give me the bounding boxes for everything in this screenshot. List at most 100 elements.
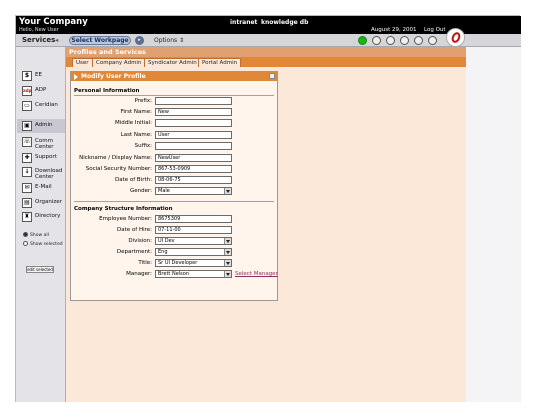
chevron-down-icon	[224, 188, 231, 194]
select-workpage-button[interactable]: Select Workpage	[69, 36, 131, 45]
form-row-nickname: Nickname / Display Name: NewUser	[71, 154, 277, 162]
field-label: Prefix:	[134, 98, 152, 104]
field-label: Middle Initial:	[115, 120, 152, 126]
radio-dot	[23, 232, 28, 237]
chevron-down-icon	[224, 271, 231, 277]
workpage-go-icon[interactable]: ▸	[135, 36, 144, 45]
nav-knowledge-db-link[interactable]: knowledge db	[261, 19, 308, 26]
field-label: Gender:	[129, 188, 152, 194]
sidebar-item-support[interactable]: ✚ Support	[20, 151, 64, 165]
sidebar-item-label: Directory	[35, 213, 61, 219]
status-online-icon[interactable]	[358, 36, 367, 45]
collapse-arrow-icon[interactable]: ◂	[55, 36, 58, 44]
field-label: Title:	[138, 260, 152, 266]
screenshot-frame: Your Company Hello, New User intranet kn…	[0, 0, 537, 419]
form-row-prefix: Prefix:	[71, 97, 277, 105]
check-icon[interactable]	[386, 36, 395, 45]
department-select[interactable]: Eng	[155, 248, 232, 256]
logo-mark-icon	[450, 30, 462, 45]
dollar-icon: $	[22, 71, 32, 81]
sidebar-item-ee[interactable]: $ EE	[20, 69, 64, 83]
gender-select[interactable]: Male	[155, 187, 232, 195]
panel-title: Modify User Profile	[81, 73, 146, 80]
download-icon: ↓	[22, 167, 32, 177]
directory-icon: ♜	[22, 212, 32, 222]
services-label: Services	[22, 36, 56, 44]
organizer-icon: ▤	[22, 198, 32, 208]
field-label: First Name:	[120, 109, 152, 115]
select-value: Male	[158, 188, 170, 194]
employee-number-field[interactable]: 8675309	[155, 215, 232, 223]
page-title: Profiles and Services	[69, 48, 146, 56]
tab-syndicator-admin[interactable]: Syndicator Admin	[144, 58, 201, 67]
form-row-suffix: Suffix:	[71, 142, 277, 150]
manager-select[interactable]: Brett Nelson	[155, 270, 232, 278]
select-value: Eng	[158, 249, 168, 255]
right-margin	[466, 47, 521, 402]
form-row-manager: Manager: Brett Nelson Select Manager	[71, 270, 278, 278]
prefix-field[interactable]	[155, 97, 232, 105]
greeting: Hello, New User	[19, 27, 59, 33]
form-row-ssn: Social Security Number: 867-53-0909	[71, 165, 277, 173]
tab-portal-admin[interactable]: Portal Admin	[198, 58, 242, 67]
last-name-field[interactable]: User	[155, 131, 232, 139]
form-row-dob: Date of Birth: 08-06-75	[71, 176, 277, 184]
select-manager-link[interactable]: Select Manager	[235, 271, 278, 277]
date-of-hire-field[interactable]: 07-11-00	[155, 226, 232, 234]
field-label: Department:	[116, 249, 152, 255]
admin-icon: ▣	[22, 121, 32, 131]
section-divider	[74, 95, 274, 96]
form-row-department: Department: Eng	[71, 248, 277, 256]
tab-user[interactable]: User	[72, 58, 93, 67]
field-label: Last Name:	[120, 132, 152, 138]
logout-link[interactable]: Log Out	[424, 27, 446, 33]
form-row-employee-number: Employee Number: 8675309	[71, 215, 277, 223]
show-selected-radio[interactable]: Show selected	[23, 241, 63, 247]
show-all-label: Show all	[30, 233, 49, 238]
help-icon[interactable]	[428, 36, 437, 45]
middle-initial-field[interactable]	[155, 119, 232, 127]
first-name-field[interactable]: New	[155, 108, 232, 116]
field-label: Employee Number:	[99, 216, 152, 222]
division-select[interactable]: UI Dev	[155, 237, 232, 245]
nickname-field[interactable]: NewUser	[155, 154, 232, 162]
top-bar: Your Company Hello, New User intranet kn…	[16, 16, 521, 34]
form-row-division: Division: UI Dev	[71, 237, 277, 245]
sidebar-item-organizer[interactable]: ▤ Organizer	[20, 196, 64, 210]
ceridian-icon: ▭	[22, 101, 32, 111]
info-icon[interactable]	[372, 36, 381, 45]
sidebar-item-directory[interactable]: ♜ Directory	[20, 210, 64, 224]
ssn-field[interactable]: 867-53-0909	[155, 165, 232, 173]
field-label: Date of Hire:	[117, 227, 152, 233]
options-menu[interactable]: Options ⇕	[154, 37, 184, 44]
form-row-date-of-hire: Date of Hire: 07-11-00	[71, 226, 277, 234]
panel-header: Modify User Profile	[71, 72, 277, 81]
sidebar-item-admin[interactable]: ▣ Admin	[17, 119, 65, 133]
sidebar-item-adp[interactable]: adp ADP	[20, 84, 64, 98]
edit-selected-button[interactable]: edit selected	[26, 266, 54, 273]
sidebar-item-download-center[interactable]: ↓ Download Center	[20, 165, 64, 180]
chevron-down-icon	[224, 238, 231, 244]
title-select[interactable]: Sr UI Developer	[155, 259, 232, 267]
form-row-middle-initial: Middle Initial:	[71, 119, 277, 127]
select-value: Sr UI Developer	[158, 260, 198, 266]
sidebar-item-comm-center[interactable]: ☏ Comm Center	[20, 135, 64, 150]
tab-company-admin[interactable]: Company Admin	[92, 58, 146, 67]
sidebar-item-email[interactable]: ✉ E-Mail	[20, 181, 64, 195]
form-row-first-name: First Name: New	[71, 108, 277, 116]
sidebar-item-ceridian[interactable]: ▭ Ceridian	[20, 99, 64, 113]
sidebar-item-label: EE	[35, 72, 42, 78]
mail-icon[interactable]	[414, 36, 423, 45]
panel-collapse-icon[interactable]	[74, 74, 78, 80]
suffix-field[interactable]	[155, 142, 232, 150]
panel-close-icon[interactable]	[269, 73, 275, 79]
print-icon[interactable]	[400, 36, 409, 45]
nav-intranet-link[interactable]: intranet	[230, 19, 257, 26]
show-all-radio[interactable]: Show all	[23, 232, 49, 238]
dob-field[interactable]: 08-06-75	[155, 176, 232, 184]
company-structure-heading: Company Structure Information	[74, 206, 173, 212]
company-name: Your Company	[19, 17, 88, 27]
select-value: Brett Nelson	[158, 271, 190, 277]
brand-logo	[446, 28, 465, 47]
chevron-down-icon	[224, 260, 231, 266]
